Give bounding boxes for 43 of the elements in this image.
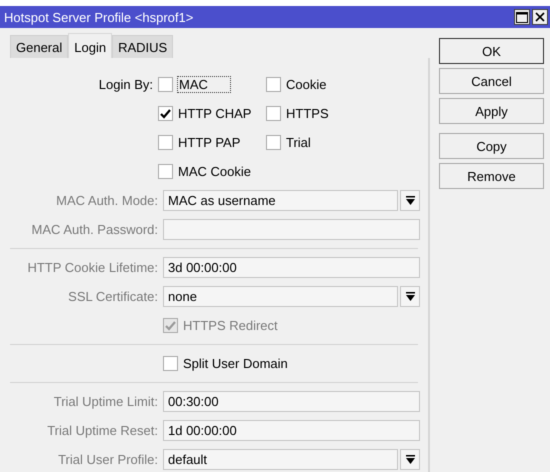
checkbox-label: Cookie xyxy=(286,77,326,92)
dropdown-arrow-icon xyxy=(406,454,414,464)
maximize-button[interactable] xyxy=(514,9,530,25)
checkbox-label: MAC Cookie xyxy=(178,164,251,179)
checkbox[interactable] xyxy=(266,106,281,121)
field-label: MAC Auth. Password: xyxy=(30,222,159,237)
dropdown-arrow-icon xyxy=(406,292,414,302)
checkbox-label: MAC xyxy=(178,77,230,92)
checkbox-label: Split User Domain xyxy=(183,356,288,371)
field-label: HTTP Cookie Lifetime: xyxy=(26,260,159,275)
field-label: SSL Certificate: xyxy=(67,289,159,304)
dropdown-button[interactable] xyxy=(400,190,420,211)
checkbox-label: HTTPS xyxy=(286,106,329,121)
checkbox[interactable] xyxy=(266,77,281,92)
checkbox[interactable] xyxy=(266,135,281,150)
tab[interactable]: General xyxy=(10,35,68,58)
checkbox-label: HTTPS Redirect xyxy=(183,318,278,333)
tab[interactable]: RADIUS xyxy=(112,35,174,58)
close-button[interactable] xyxy=(532,9,548,25)
field-label: Trial Uptime Limit: xyxy=(52,394,159,409)
field-label: Login By: xyxy=(98,76,154,94)
window-title: Hotspot Server Profile <hsprof1> xyxy=(4,10,194,24)
field-label: MAC Auth. Mode: xyxy=(55,193,159,208)
checkbox[interactable] xyxy=(158,106,173,121)
dialog-button[interactable]: Cancel xyxy=(439,68,544,94)
dialog-button[interactable]: Apply xyxy=(439,98,544,124)
checkbox[interactable] xyxy=(163,356,178,371)
dropdown-button[interactable] xyxy=(400,286,420,307)
dropdown-button[interactable] xyxy=(400,449,420,470)
checkbox[interactable] xyxy=(158,164,173,179)
input-field[interactable] xyxy=(163,219,420,240)
dropdown-arrow-icon xyxy=(406,196,414,206)
field-label: Trial User Profile: xyxy=(57,452,159,467)
dialog-button[interactable]: Remove xyxy=(439,163,544,189)
checkbox-label: HTTP PAP xyxy=(178,135,240,150)
dialog-button[interactable]: OK xyxy=(439,38,544,64)
checkbox-label: Trial xyxy=(286,135,311,150)
tab[interactable]: Login xyxy=(68,33,112,58)
checkbox[interactable] xyxy=(158,77,173,92)
checkbox-label: HTTP CHAP xyxy=(178,106,252,121)
dialog-button[interactable]: Copy xyxy=(439,133,544,159)
field-label: Trial Uptime Reset: xyxy=(46,423,159,438)
checkbox[interactable] xyxy=(158,135,173,150)
